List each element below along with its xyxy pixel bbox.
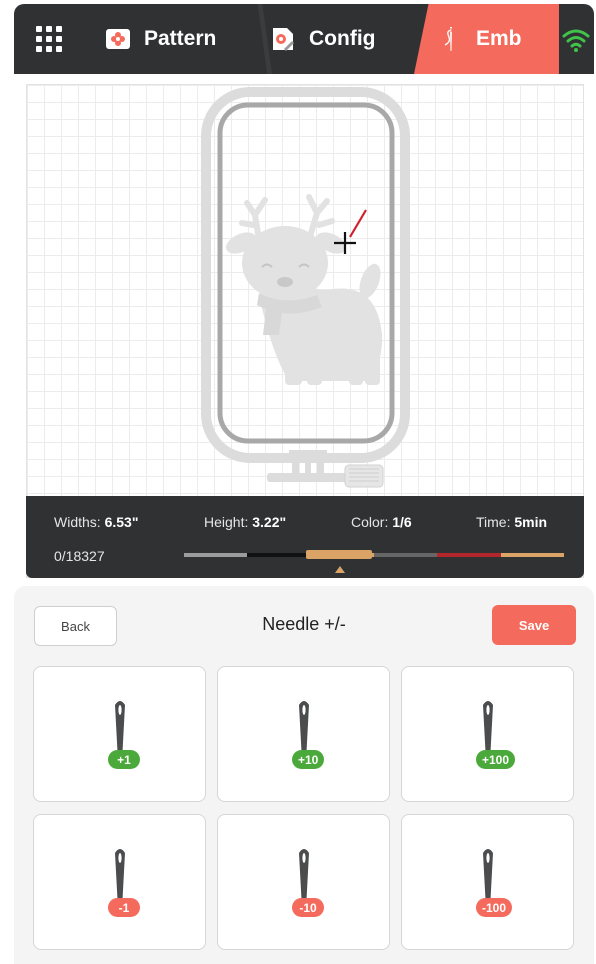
needle-step-button-plus-1[interactable]: +1 xyxy=(33,666,206,802)
settings-card-icon xyxy=(273,28,294,51)
save-button[interactable]: Save xyxy=(492,605,576,645)
tab-pattern[interactable]: Pattern xyxy=(104,4,254,74)
thread-color-segment-6 xyxy=(500,553,564,557)
needle-step-button-minus-1[interactable]: -1 xyxy=(33,814,206,950)
width-value: 6.53" xyxy=(104,514,139,530)
tab-emb-label: Emb xyxy=(476,27,522,50)
design-info-bar: Widths: 6.53" Height: 3.22" Color: 1/6 T… xyxy=(26,496,584,578)
deer-design-image xyxy=(226,194,383,385)
needle-step-button-minus-10[interactable]: -10 xyxy=(217,814,390,950)
height-info: Height: 3.22" xyxy=(204,514,287,530)
thread-color-segment-4 xyxy=(373,553,438,557)
color-value: 1/6 xyxy=(392,514,412,530)
thread-color-progress-bar[interactable] xyxy=(184,553,564,557)
tab-emb[interactable]: Emb xyxy=(414,4,559,74)
needle-step-button-minus-100[interactable]: -100 xyxy=(401,814,574,950)
tab-config-label: Config xyxy=(309,27,376,50)
flower-card-icon xyxy=(106,29,130,49)
top-navigation-bar: Pattern Config Emb xyxy=(14,4,594,74)
needle-thread-icon xyxy=(444,27,452,51)
height-value: 3.22" xyxy=(252,514,287,530)
stitch-counter: 0/18327 xyxy=(54,548,105,564)
time-value: 5min xyxy=(514,514,548,530)
needle-step-badge: -1 xyxy=(108,898,140,917)
color-info: Color: 1/6 xyxy=(351,514,412,530)
needle-step-badge: -10 xyxy=(292,898,324,917)
needle-step-badge: -100 xyxy=(476,898,513,917)
needle-step-badge: +10 xyxy=(292,750,325,769)
needle-step-badge: +1 xyxy=(108,750,140,769)
thread-color-segment-1 xyxy=(184,553,248,557)
needle-control-panel: Back Needle +/- Save +1 +10 +100 -1 -10 -100 xyxy=(14,586,594,964)
current-color-pointer-icon xyxy=(335,566,345,573)
time-info: Time: 5min xyxy=(476,514,548,530)
needle-step-button-plus-100[interactable]: +100 xyxy=(401,666,574,802)
thread-color-segment-2 xyxy=(247,553,311,557)
apps-grid-icon[interactable] xyxy=(36,26,62,52)
thread-color-segment-5 xyxy=(437,553,501,557)
width-info: Widths: 6.53" xyxy=(54,514,139,530)
needle-step-button-plus-10[interactable]: +10 xyxy=(217,666,390,802)
tab-config[interactable]: Config xyxy=(269,4,429,74)
back-button[interactable]: Back xyxy=(34,606,117,646)
needle-step-badge: +100 xyxy=(476,750,516,769)
panel-title: Needle +/- xyxy=(262,614,346,634)
wifi-icon xyxy=(562,29,590,52)
tab-pattern-label: Pattern xyxy=(144,27,217,50)
current-color-segment[interactable] xyxy=(306,550,372,559)
